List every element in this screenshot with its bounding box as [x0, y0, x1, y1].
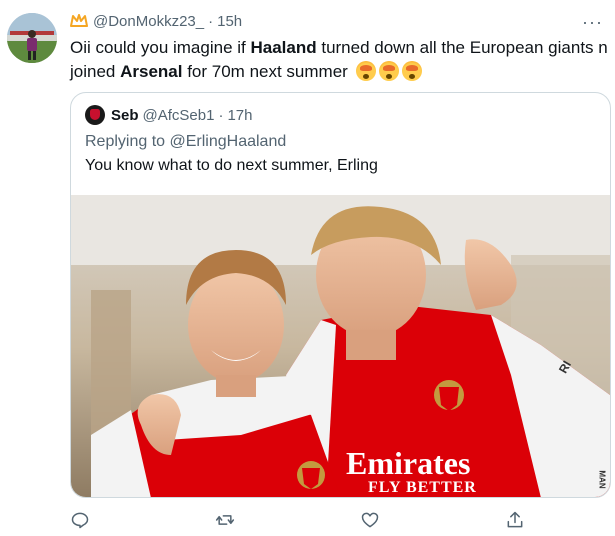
crown-icon	[70, 13, 88, 29]
photo-corner-text: MAN	[597, 470, 607, 489]
more-options-icon[interactable]: ···	[582, 12, 603, 33]
shirt-sponsor-tagline: FLY BETTER	[368, 479, 477, 496]
replying-to-handle[interactable]: @ErlingHaaland	[170, 133, 287, 150]
avatar[interactable]	[7, 13, 57, 63]
tweet-photo[interactable]: Emirates FLY BETTER RI MAN	[71, 195, 610, 497]
replying-to-prefix: Replying to	[85, 133, 170, 150]
tweet-text-part-bold: Arsenal	[120, 62, 183, 81]
quoted-tweet-text: You know what to do next summer, Erling	[85, 157, 378, 174]
exploding-head-emoji	[378, 61, 399, 81]
reply-icon[interactable]	[70, 510, 92, 532]
replying-to-line: Replying to @ErlingHaaland	[85, 133, 286, 151]
exploding-head-emoji	[401, 61, 422, 81]
tweet-card[interactable]: @DonMokkz23_ · 15h ··· Oii could you ima…	[0, 0, 615, 536]
quoted-tweet-header: Seb @AfcSeb1 · 17h	[85, 105, 252, 125]
quoted-separator: ·	[218, 106, 224, 124]
tweet-header: @DonMokkz23_ · 15h	[70, 10, 242, 32]
quoted-author-name: Seb	[111, 106, 139, 124]
retweet-icon[interactable]	[215, 510, 237, 532]
quoted-avatar	[85, 105, 105, 125]
shirt-sponsor-text: Emirates	[346, 445, 471, 481]
tweet-text-part-bold: Haaland	[250, 38, 317, 57]
header-separator: ·	[208, 12, 214, 30]
tweet-text-part: for 70m next summer	[182, 62, 348, 81]
tweet-timestamp[interactable]: 15h	[217, 13, 242, 30]
share-icon[interactable]	[505, 510, 527, 532]
tweet-actions	[70, 510, 530, 534]
exploding-head-emoji	[355, 61, 376, 81]
quoted-timestamp: 17h	[227, 106, 253, 124]
quoted-author-handle: @AfcSeb1	[142, 106, 215, 124]
tweet-text-part: Oii could you imagine if	[70, 38, 251, 57]
quoted-tweet[interactable]: Seb @AfcSeb1 · 17h Replying to @ErlingHa…	[70, 92, 611, 498]
tweet-text: Oii could you imagine if Haaland turned …	[70, 36, 610, 84]
like-icon[interactable]	[360, 510, 382, 532]
author-handle[interactable]: @DonMokkz23_	[93, 13, 204, 30]
